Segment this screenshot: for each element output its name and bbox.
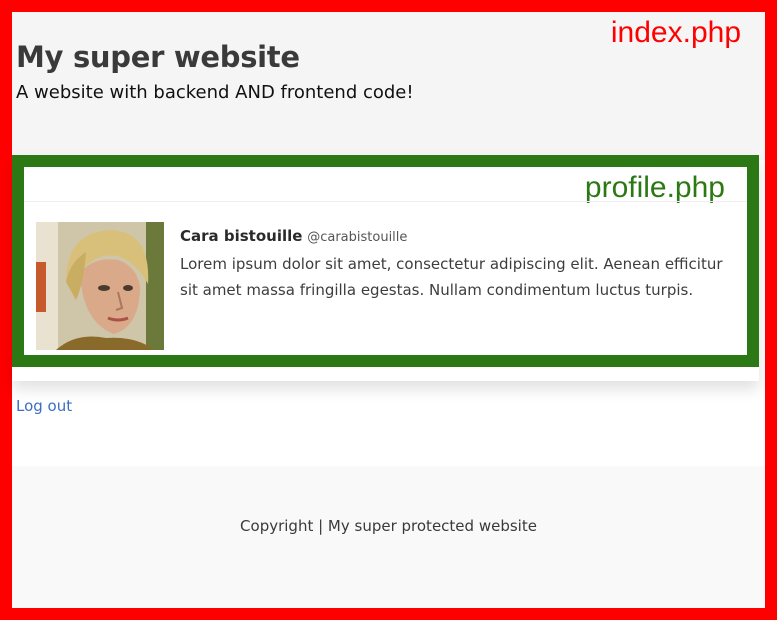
- profile-media-body: Cara bistouille @carabistouille Lorem ip…: [180, 223, 733, 303]
- logout-link[interactable]: Log out: [16, 397, 72, 415]
- page: index.php My super website A website wit…: [12, 12, 765, 608]
- user-bio: Lorem ipsum dolor sit amet, consectetur …: [180, 255, 723, 299]
- profile-file-label: profile.php: [584, 171, 725, 204]
- site-subtitle: A website with backend AND frontend code…: [16, 82, 414, 103]
- hero-section: index.php My super website A website wit…: [12, 12, 765, 160]
- index-file-label: index.php: [610, 16, 741, 49]
- avatar: [36, 222, 164, 350]
- avatar-portrait-image: [36, 222, 164, 350]
- card-divider: [24, 201, 747, 202]
- site-title: My super website: [16, 40, 300, 74]
- footer: Copyright | My super protected website: [12, 466, 765, 608]
- user-handle: @carabistouille: [307, 230, 408, 245]
- profile-frame: profile.php Cara bistouille @carabistoui…: [12, 155, 759, 367]
- user-name: Cara bistouille: [180, 227, 303, 245]
- copyright-text: Copyright | My super protected website: [240, 517, 537, 535]
- index-frame: index.php My super website A website wit…: [0, 0, 777, 620]
